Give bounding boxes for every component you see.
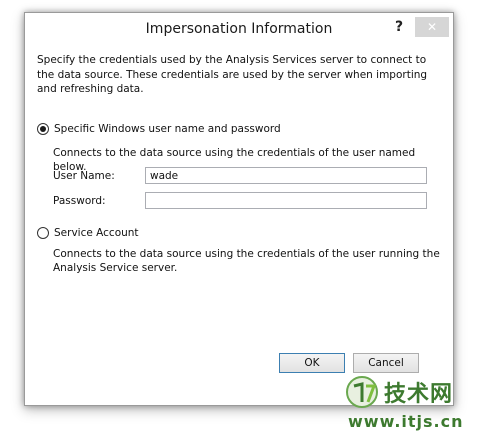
close-button[interactable]: ✕: [415, 17, 449, 37]
watermark-url: www.itjs.cn: [348, 412, 464, 431]
watermark-logo-icon: [346, 376, 378, 408]
ok-button[interactable]: OK: [279, 353, 345, 373]
service-account-description: Connects to the data source using the cr…: [53, 248, 440, 274]
impersonation-dialog: Impersonation Information ? ✕ Specify th…: [24, 12, 454, 406]
watermark-brand: 技术网: [384, 382, 454, 407]
password-input[interactable]: [145, 192, 427, 209]
dialog-title: Impersonation Information: [145, 21, 333, 37]
windows-credentials-label[interactable]: Specific Windows user name and password: [54, 123, 281, 135]
dialog-description: Specify the credentials used by the Anal…: [37, 54, 428, 95]
username-input[interactable]: wade: [145, 167, 427, 184]
windows-credentials-radio[interactable]: [37, 123, 49, 135]
service-account-label[interactable]: Service Account: [54, 227, 139, 239]
watermark: 技术网 www.itjs.cn: [344, 370, 484, 440]
title-bar: Impersonation Information ? ✕: [25, 13, 453, 43]
windows-credentials-option[interactable]: Specific Windows user name and password: [37, 123, 281, 135]
service-account-radio[interactable]: [37, 227, 49, 239]
password-label: Password:: [53, 195, 106, 207]
help-icon[interactable]: ?: [395, 19, 403, 35]
service-account-option[interactable]: Service Account: [37, 227, 139, 239]
username-label: User Name:: [53, 170, 115, 182]
